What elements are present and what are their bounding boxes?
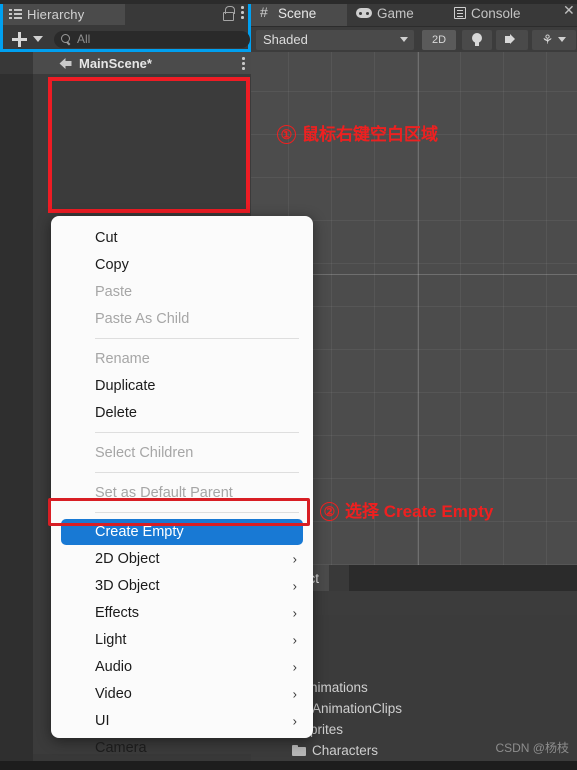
search-placeholder: All bbox=[77, 32, 91, 46]
menu-item-paste: Paste bbox=[51, 278, 313, 305]
menu-item-camera[interactable]: Camera bbox=[51, 734, 313, 761]
hierarchy-search-input[interactable]: All bbox=[54, 30, 250, 48]
tab-console-label: Console bbox=[471, 5, 521, 21]
menu-item-label: Cut bbox=[95, 229, 118, 246]
menu-item-label: Audio bbox=[95, 658, 133, 675]
hierarchy-left-strip bbox=[0, 74, 33, 770]
chevron-down-icon bbox=[400, 37, 408, 42]
draw-mode-dropdown[interactable]: Shaded bbox=[256, 29, 414, 50]
menu-item-ui[interactable]: UI › bbox=[51, 707, 313, 734]
menu-item-label: Select Children bbox=[95, 444, 194, 461]
menu-item-paste-as-child: Paste As Child bbox=[51, 305, 313, 332]
console-icon bbox=[454, 7, 466, 19]
menu-separator bbox=[95, 472, 299, 473]
tab-scene-label: Scene bbox=[278, 5, 317, 21]
menu-item-rename: Rename bbox=[51, 345, 313, 372]
menu-item-label: Paste As Child bbox=[95, 310, 190, 327]
project-tabbar-empty bbox=[349, 565, 577, 591]
tab-hierarchy-label: Hierarchy bbox=[27, 6, 85, 22]
csdn-watermark: CSDN @杨枝 bbox=[495, 741, 569, 755]
menu-item-label: Duplicate bbox=[95, 377, 156, 394]
hierarchy-tab-actions bbox=[223, 5, 244, 21]
chevron-right-icon: › bbox=[292, 659, 297, 674]
scene-view-toolbar: Shaded 2D ⚘ bbox=[251, 26, 577, 52]
kebab-menu-icon[interactable] bbox=[241, 56, 245, 70]
chevron-down-icon[interactable] bbox=[33, 36, 43, 42]
tree-item-label: Characters bbox=[312, 743, 379, 758]
lightbulb-icon bbox=[472, 33, 482, 46]
annotation-number: ① bbox=[277, 125, 296, 144]
draw-mode-label: Shaded bbox=[263, 32, 308, 47]
toggle-2d-label: 2D bbox=[431, 33, 447, 46]
hierarchy-tabrow: Hierarchy bbox=[3, 3, 248, 25]
highlight-box-hierarchy-empty-area bbox=[48, 77, 250, 213]
close-icon[interactable]: ✕ bbox=[563, 3, 575, 17]
gamepad-icon bbox=[356, 8, 372, 18]
menu-item-label: Copy bbox=[95, 256, 129, 273]
chevron-right-icon: › bbox=[292, 632, 297, 647]
tab-game-label: Game bbox=[377, 5, 414, 21]
toggle-2d-button[interactable]: 2D bbox=[422, 29, 456, 50]
annotation-text: 选择 Create Empty bbox=[345, 502, 494, 521]
menu-item-copy[interactable]: Copy bbox=[51, 251, 313, 278]
menu-item-effects[interactable]: Effects › bbox=[51, 599, 313, 626]
lock-icon[interactable] bbox=[223, 5, 235, 21]
tab-hierarchy[interactable]: Hierarchy bbox=[3, 3, 125, 25]
menu-item-label: Light bbox=[95, 631, 127, 648]
effects-icon: ⚘ bbox=[541, 31, 554, 47]
menu-item-select-children: Select Children bbox=[51, 439, 313, 466]
hierarchy-context-menu: Cut Copy Paste Paste As Child Rename Dup… bbox=[51, 216, 313, 756]
hierarchy-icon bbox=[9, 8, 22, 20]
hierarchy-panel: Hierarchy All bbox=[0, 0, 251, 52]
menu-item-audio[interactable]: Audio › bbox=[51, 653, 313, 680]
menu-item-video[interactable]: Video › bbox=[51, 680, 313, 707]
hierarchy-scene-label: MainScene* bbox=[79, 55, 152, 71]
kebab-menu-icon[interactable] bbox=[240, 5, 244, 19]
menu-item-label: 2D Object bbox=[95, 550, 160, 567]
highlight-box-create-empty bbox=[48, 498, 310, 526]
chevron-right-icon: › bbox=[292, 605, 297, 620]
chevron-right-icon: › bbox=[292, 713, 297, 728]
scene-fx-dropdown[interactable]: ⚘ bbox=[532, 29, 576, 50]
menu-item-2d-object[interactable]: 2D Object › bbox=[51, 545, 313, 572]
window-top-edge bbox=[0, 0, 577, 4]
scene-lighting-toggle[interactable] bbox=[462, 29, 492, 50]
menu-item-label: Paste bbox=[95, 283, 133, 300]
annotation-step-2: ② 选择 Create Empty bbox=[320, 497, 493, 522]
menu-item-label: Camera bbox=[95, 739, 147, 756]
annotation-text: 鼠标右键空白区域 bbox=[302, 125, 438, 144]
menu-item-3d-object[interactable]: 3D Object › bbox=[51, 572, 313, 599]
menu-separator bbox=[95, 338, 299, 339]
annotation-step-1: ① 鼠标右键空白区域 bbox=[277, 120, 438, 145]
tree-item-label: AnimationClips bbox=[312, 701, 403, 716]
chevron-right-icon: › bbox=[292, 551, 297, 566]
scene-audio-toggle[interactable] bbox=[496, 29, 528, 50]
menu-item-cut[interactable]: Cut bbox=[51, 224, 313, 251]
menu-item-duplicate[interactable]: Duplicate bbox=[51, 372, 313, 399]
menu-item-light[interactable]: Light › bbox=[51, 626, 313, 653]
chevron-down-icon bbox=[558, 37, 567, 42]
unity-scene-icon bbox=[58, 57, 73, 70]
hierarchy-scene-row[interactable]: MainScene* bbox=[0, 52, 251, 74]
menu-item-label: Create Empty bbox=[95, 524, 184, 540]
menu-item-label: Delete bbox=[95, 404, 137, 421]
menu-item-label: Effects bbox=[95, 604, 140, 621]
chevron-right-icon: › bbox=[292, 578, 297, 593]
chevron-right-icon: › bbox=[292, 686, 297, 701]
menu-item-label: Video bbox=[95, 685, 132, 702]
hierarchy-row-gutter bbox=[0, 52, 33, 74]
hierarchy-toolbar: All bbox=[6, 27, 251, 51]
menu-item-label: 3D Object bbox=[95, 577, 160, 594]
speaker-icon bbox=[504, 34, 520, 45]
add-object-button[interactable] bbox=[10, 30, 28, 48]
search-icon bbox=[61, 33, 72, 45]
grid-hash-icon bbox=[260, 4, 273, 20]
menu-item-delete[interactable]: Delete bbox=[51, 399, 313, 426]
annotation-number: ② bbox=[320, 502, 339, 521]
menu-item-label: UI bbox=[95, 712, 110, 729]
menu-item-label: Rename bbox=[95, 350, 150, 367]
menu-separator bbox=[95, 432, 299, 433]
editor-status-bar bbox=[0, 761, 577, 770]
